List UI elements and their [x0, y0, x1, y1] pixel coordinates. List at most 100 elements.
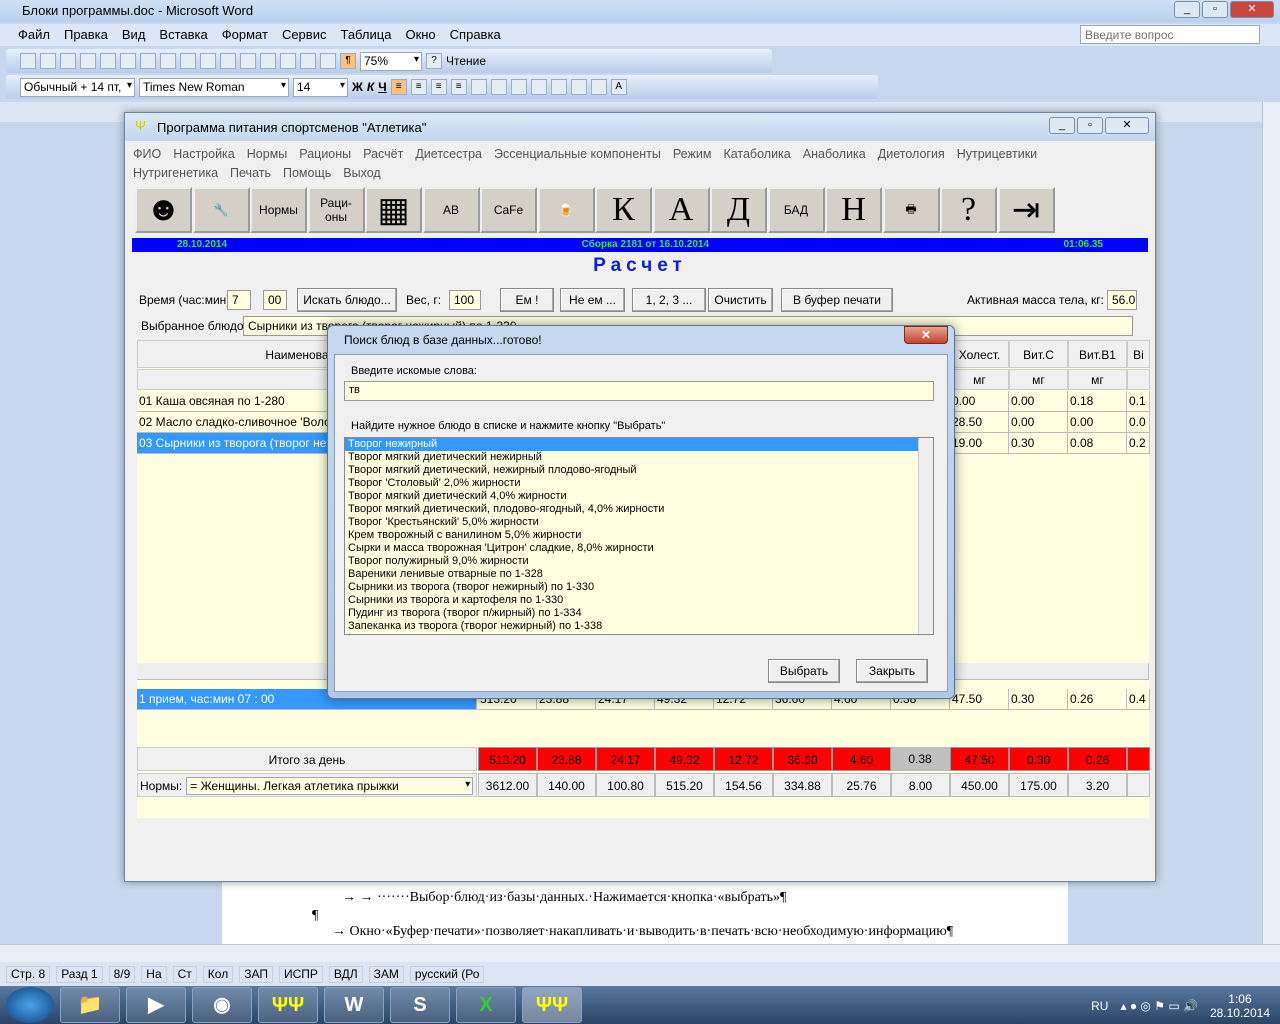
dish-list[interactable]: Творог нежирный Творог мягкий диетический…: [344, 437, 934, 635]
not-eat-button[interactable]: Не ем ...: [560, 288, 625, 312]
italic-button[interactable]: К: [367, 80, 374, 94]
app-menu-item[interactable]: Катаболика: [723, 145, 790, 164]
menu-item[interactable]: Таблица: [340, 27, 391, 46]
skype-task[interactable]: S: [390, 987, 450, 1023]
dish-list-item[interactable]: Творог 'Столовый' 2,0% жирности: [345, 477, 933, 490]
minerals-tool-button[interactable]: CaFe: [480, 187, 537, 233]
vertical-scrollbar[interactable]: [1262, 102, 1280, 944]
menu-item[interactable]: Вставка: [159, 27, 207, 46]
align-right-icon[interactable]: ≡: [430, 79, 447, 95]
hyperlink-icon[interactable]: [260, 53, 276, 69]
undo-icon[interactable]: [220, 53, 236, 69]
settings-tool-button[interactable]: 🔧: [192, 187, 250, 233]
line-spacing-icon[interactable]: [470, 79, 487, 95]
indent-icon[interactable]: [550, 79, 567, 95]
dialog-close-button[interactable]: ✕: [904, 326, 948, 344]
minimize-button[interactable]: _: [1174, 1, 1200, 18]
bullets-icon[interactable]: [510, 79, 527, 95]
app-menu-item[interactable]: Режим: [673, 145, 712, 164]
excel-icon[interactable]: [300, 53, 316, 69]
menu-item[interactable]: Окно: [405, 27, 435, 46]
start-button[interactable]: [6, 987, 54, 1023]
app-menu-item[interactable]: Анаболика: [803, 145, 866, 164]
print-buffer-button[interactable]: В буфер печати: [781, 288, 893, 312]
dish-list-item[interactable]: Запеканка из творога (творог нежирный) п…: [345, 620, 933, 633]
menu-item[interactable]: Справка: [450, 27, 501, 46]
mass-input[interactable]: 56.0: [1107, 290, 1137, 310]
horizontal-scrollbar[interactable]: [0, 944, 1280, 962]
select-button[interactable]: Выбрать: [768, 659, 840, 683]
copy-icon[interactable]: [180, 53, 196, 69]
font-color-icon[interactable]: A: [610, 79, 627, 95]
menu-item[interactable]: Вид: [122, 27, 146, 46]
k-tool-button[interactable]: К: [595, 187, 652, 233]
app-maximize[interactable]: ▫: [1077, 117, 1103, 134]
n-tool-button[interactable]: Н: [825, 187, 882, 233]
d-tool-button[interactable]: Д: [710, 187, 767, 233]
align-center-icon[interactable]: ≡: [410, 79, 427, 95]
ask-question-input[interactable]: [1080, 25, 1260, 44]
excel-task[interactable]: X: [456, 987, 516, 1023]
highlight-icon[interactable]: [590, 79, 607, 95]
align-left-icon[interactable]: ≡: [390, 79, 407, 95]
clock[interactable]: 1:06 28.10.2014: [1210, 992, 1270, 1020]
person-tool-button[interactable]: ☻: [135, 187, 192, 233]
spell-icon[interactable]: [140, 53, 156, 69]
pilcrow-icon[interactable]: ¶: [340, 53, 356, 69]
app-menu-item[interactable]: Печать: [230, 164, 271, 183]
calculator-tool-button[interactable]: ▦: [365, 187, 422, 233]
dish-list-item[interactable]: Творог мягкий диетический, нежирный плод…: [345, 464, 933, 477]
menu-item[interactable]: Формат: [222, 27, 268, 46]
explorer-task[interactable]: 📁: [60, 987, 120, 1023]
close-dialog-button[interactable]: Закрыть: [856, 659, 928, 683]
dish-list-item[interactable]: Творог нежирный: [345, 438, 933, 451]
eat-button[interactable]: Ем !: [500, 288, 554, 312]
a-tool-button[interactable]: А: [652, 187, 710, 233]
app-menu-item[interactable]: Эссенциальные компоненты: [494, 145, 661, 164]
drink-tool-button[interactable]: 🍺: [537, 187, 595, 233]
print-icon[interactable]: [100, 53, 116, 69]
zoom-select[interactable]: 75%: [360, 51, 422, 71]
dish-list-item[interactable]: Сырки и масса творожная 'Цитрон' сладкие…: [345, 542, 933, 555]
menu-item[interactable]: Файл: [18, 27, 50, 46]
athletica-task[interactable]: ΨΨ: [258, 987, 318, 1023]
app-minimize[interactable]: _: [1049, 117, 1075, 134]
dish-list-item[interactable]: Сырники из творога (творог нежирный) по …: [345, 581, 933, 594]
weight-input[interactable]: 100: [449, 290, 481, 310]
new-icon[interactable]: [20, 53, 36, 69]
app-menu-item[interactable]: Диетсестра: [415, 145, 482, 164]
preview-icon[interactable]: [120, 53, 136, 69]
app-menu-item[interactable]: Нутрицевтики: [957, 145, 1037, 164]
size-select[interactable]: 14: [293, 77, 348, 97]
order-button[interactable]: 1, 2, 3 ...: [632, 288, 706, 312]
app-menu-item[interactable]: Настройка: [173, 145, 235, 164]
query-input[interactable]: тв: [344, 381, 934, 401]
dish-list-item[interactable]: Сырники из творога и картофеля по 1-330: [345, 594, 933, 607]
numbering-icon[interactable]: [490, 79, 507, 95]
media-task[interactable]: ▶: [126, 987, 186, 1023]
app-menu-item[interactable]: Выход: [343, 164, 380, 183]
dish-list-item[interactable]: Творог мягкий диетический, плодово-ягодн…: [345, 503, 933, 516]
tray-icons[interactable]: ▴ ● ◎ ⚑ ▭ 🔊: [1120, 999, 1197, 1013]
athletica-task-active[interactable]: ΨΨ: [522, 987, 582, 1023]
dish-list-item[interactable]: Творог мягкий диетический нежирный: [345, 451, 933, 464]
outdent-icon[interactable]: [530, 79, 547, 95]
app-menu-item[interactable]: ФИО: [133, 145, 161, 164]
list-scrollbar[interactable]: [918, 438, 933, 634]
style-select[interactable]: Обычный + 14 пт,: [20, 77, 135, 97]
table-icon[interactable]: [280, 53, 296, 69]
app-menu-item[interactable]: Помощь: [283, 164, 331, 183]
app-menu-item[interactable]: Рационы: [299, 145, 351, 164]
app-close[interactable]: ✕: [1105, 117, 1149, 134]
dish-list-item[interactable]: Творог 'Крестьянский' 5,0% жирности: [345, 516, 933, 529]
word-task[interactable]: W: [324, 987, 384, 1023]
app-menu-item[interactable]: Нормы: [247, 145, 288, 164]
cut-icon[interactable]: [160, 53, 176, 69]
border-icon[interactable]: [570, 79, 587, 95]
rations-tool-button[interactable]: Раци-оны: [307, 187, 365, 233]
print-tool-button[interactable]: 🖶: [882, 187, 940, 233]
dish-list-item[interactable]: Крем творожный с ванилином 5,0% жирности: [345, 529, 933, 542]
app-menu-item[interactable]: Нутригенетика: [133, 164, 218, 183]
vitamins-tool-button[interactable]: AB: [422, 187, 480, 233]
app-menu-item[interactable]: Расчёт: [363, 145, 403, 164]
